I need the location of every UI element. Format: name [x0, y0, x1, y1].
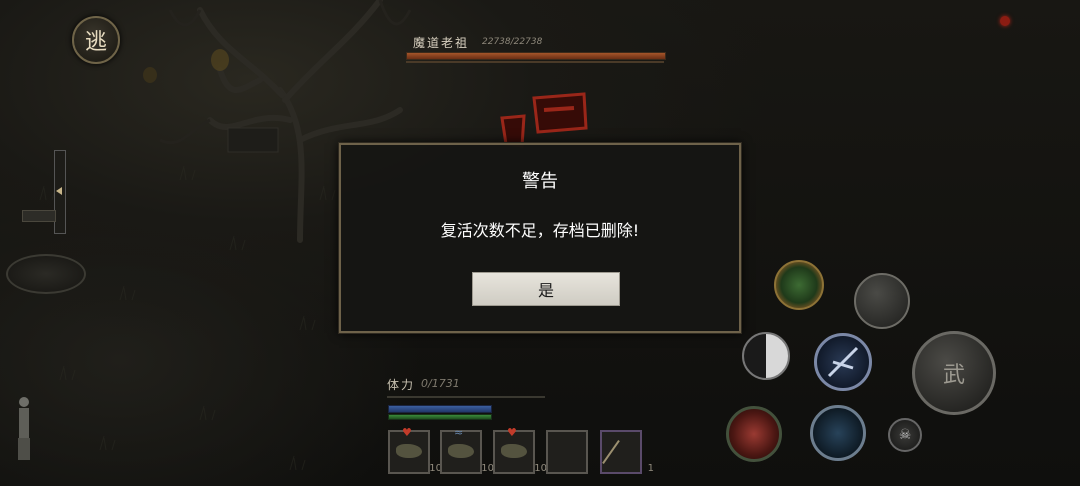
herb-icon — [448, 444, 474, 458]
dialog-message: 复活次数不足，存档已删除! — [440, 221, 640, 240]
boss-hp-bar-fill — [407, 53, 665, 59]
stamina-label: 体力 — [387, 378, 416, 392]
mana-bar — [388, 405, 492, 413]
inventory-slot[interactable]: ♥ 10 — [388, 426, 442, 474]
slash-icon — [827, 346, 859, 378]
inventory-slot[interactable]: ≈ 10 — [440, 426, 494, 474]
boss-name: 魔道老祖 — [413, 36, 470, 50]
dialog-title: 警告 — [522, 171, 558, 192]
inventory-slot-empty[interactable] — [546, 430, 588, 474]
heart-icon: ♥ — [507, 426, 517, 439]
slider-arrow-icon — [56, 187, 62, 195]
stamina-divider — [387, 396, 545, 398]
statue-figure — [18, 397, 30, 460]
boss-hp-bar — [406, 52, 666, 60]
shadow-skill-icon[interactable] — [810, 405, 866, 461]
skull-skill-icon[interactable]: ☠ — [888, 418, 922, 452]
left-side-tab — [22, 210, 56, 222]
energy-bar — [388, 414, 492, 420]
stamina-value: 0/1731 — [421, 377, 460, 390]
gray-skill-icon[interactable] — [854, 273, 910, 329]
warning-dialog: 警告 复活次数不足，存档已删除! 是 — [338, 142, 742, 334]
item-count: 1 — [647, 463, 654, 474]
wing-icon: ≈ — [454, 426, 464, 439]
blade-skill-icon[interactable] — [814, 333, 872, 391]
boss-hp-text: 22738/22738 — [482, 37, 543, 47]
taiji-skill-icon[interactable] — [742, 332, 790, 380]
martial-arts-skill-icon[interactable]: 武 — [912, 331, 996, 415]
inventory-slot[interactable]: ♥ 10 — [493, 426, 547, 474]
red-flower-skill-icon[interactable] — [726, 406, 782, 462]
heart-icon: ♥ — [402, 426, 412, 439]
stick-icon — [602, 439, 620, 465]
boss-emblem-icon — [500, 92, 588, 148]
herb-icon — [396, 444, 422, 458]
jade-orb-skill-icon[interactable] — [774, 260, 824, 310]
player-shadow-marker — [6, 254, 86, 294]
inventory-slot[interactable]: 1 — [600, 430, 654, 474]
notification-dot — [1000, 16, 1010, 26]
boss-secondary-bar — [406, 61, 664, 63]
herb-icon — [501, 444, 527, 458]
confirm-button[interactable]: 是 — [472, 272, 620, 306]
flee-button[interactable]: 逃 — [72, 16, 120, 64]
